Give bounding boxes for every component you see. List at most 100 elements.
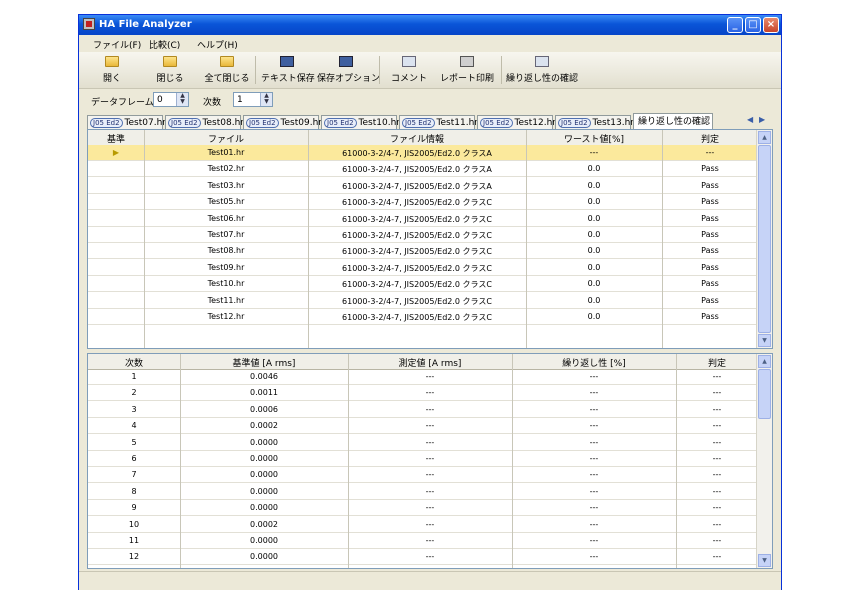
table-cell: Test03.hr: [207, 180, 245, 190]
table-cell: 61000-3-2/4-7, JIS2005/Ed2.0 クラスC: [342, 280, 492, 290]
table-row[interactable]: Test07.hr 61000-3-2/4-7, JIS2005/Ed2.0 クラ…: [88, 227, 756, 243]
folder-icon: [163, 56, 177, 67]
table-row[interactable]: Test12.hr 61000-3-2/4-7, JIS2005/Ed2.0 クラ…: [88, 309, 756, 325]
close-button[interactable]: ×: [763, 17, 779, 33]
menu-compare[interactable]: 比較(C): [149, 38, 180, 51]
header-file-info[interactable]: ファイル情報: [308, 132, 526, 145]
table-cell: 0.0011: [250, 388, 278, 398]
spin-updown-icon[interactable]: ▲ ▼: [176, 93, 188, 106]
table-row[interactable]: Test11.hr 61000-3-2/4-7, JIS2005/Ed2.0 クラ…: [88, 293, 756, 309]
menu-file[interactable]: ファイル(F): [93, 38, 141, 51]
table-cell: Pass: [701, 262, 719, 272]
table-row[interactable]: Test03.hr 61000-3-2/4-7, JIS2005/Ed2.0 クラ…: [88, 178, 756, 194]
tab-test11[interactable]: J05 Ed2 Test11.hr: [399, 115, 478, 129]
tab-scroll-left-icon[interactable]: ◀: [747, 115, 753, 124]
maximize-button[interactable]: □: [745, 17, 761, 33]
dataframe-spinner[interactable]: 0 ▲ ▼: [153, 92, 189, 107]
menu-help[interactable]: ヘルプ(H): [197, 38, 238, 51]
table-row[interactable]: 8 0.0000 --- --- ---: [88, 484, 756, 500]
close-file-button[interactable]: 閉じる: [153, 54, 187, 86]
header-order[interactable]: 次数: [88, 356, 180, 369]
scroll-thumb[interactable]: [758, 145, 771, 333]
table-cell: 0.0: [587, 213, 601, 223]
tab-test08[interactable]: J05 Ed2 Test08.hr: [165, 115, 244, 129]
table-cell: ---: [589, 486, 599, 496]
tab-test10[interactable]: J05 Ed2 Test10.hr: [321, 115, 400, 129]
window-title: HA File Analyzer: [99, 19, 192, 30]
table-cell: Pass: [701, 279, 719, 289]
table-cell: ---: [589, 148, 599, 157]
header-worst-value[interactable]: ワースト値[%]: [526, 132, 662, 145]
table-cell: 0.0000: [250, 437, 278, 447]
folder-open-icon: [105, 56, 119, 67]
print-report-button[interactable]: レポート印刷: [439, 54, 495, 86]
file-table-header: 基準 ファイル ファイル情報 ワースト値[%] 判定: [88, 130, 758, 146]
header-repeatability[interactable]: 繰り返し性 [%]: [512, 356, 676, 369]
tab-repeatability[interactable]: 繰り返し性の確認: [633, 113, 713, 129]
column-divider: [308, 130, 309, 348]
table-cell: 0.0000: [250, 470, 278, 480]
table-cell: 0.0046: [250, 372, 278, 381]
table-row[interactable]: Test10.hr 61000-3-2/4-7, JIS2005/Ed2.0 クラ…: [88, 276, 756, 293]
table-row[interactable]: Test09.hr 61000-3-2/4-7, JIS2005/Ed2.0 クラ…: [88, 260, 756, 276]
table-row[interactable]: ▶ Test01.hr 61000-3-2/4-7, JIS2005/Ed2.0 ク…: [88, 145, 756, 161]
table-cell: 8: [131, 486, 137, 496]
header-judgement[interactable]: 判定: [662, 132, 758, 145]
scroll-down-icon[interactable]: ▼: [758, 554, 771, 567]
table-cell: ---: [425, 470, 435, 480]
table-cell: 61000-3-2/4-7, JIS2005/Ed2.0 クラスC: [342, 296, 492, 306]
table-row[interactable]: 6 0.0000 --- --- ---: [88, 451, 756, 467]
table-row[interactable]: 1 0.0046 --- --- ---: [88, 369, 756, 385]
tab-test07[interactable]: J05 Ed2 Test07.hr: [87, 115, 166, 129]
repeatability-check-button[interactable]: 繰り返し性の確認: [505, 54, 579, 86]
scroll-down-icon[interactable]: ▼: [758, 334, 771, 347]
table-row[interactable]: 12 0.0000 --- --- ---: [88, 549, 756, 566]
order-table: 次数 基準値 [A rms] 測定値 [A rms] 繰り返し性 [%] 判定 …: [87, 353, 773, 569]
table-cell: ---: [712, 503, 722, 513]
tab-test12[interactable]: J05 Ed2 Test12.hr: [477, 115, 556, 129]
header-reference[interactable]: 基準: [88, 132, 144, 145]
table-cell: ---: [425, 552, 435, 562]
column-divider: [526, 130, 527, 348]
scroll-up-icon[interactable]: ▲: [758, 355, 771, 368]
table-cell: ---: [425, 372, 435, 381]
comment-button[interactable]: コメント: [389, 54, 429, 86]
table-cell: Pass: [701, 213, 719, 223]
spin-updown-icon[interactable]: ▲ ▼: [260, 93, 272, 106]
table-row[interactable]: 3 0.0006 --- --- ---: [88, 402, 756, 418]
open-button[interactable]: 開く: [95, 54, 129, 86]
tab-scroll-right-icon[interactable]: ▶: [759, 115, 765, 124]
table-row[interactable]: 2 0.0011 --- --- ---: [88, 385, 756, 402]
table-row[interactable]: 4 0.0002 --- --- ---: [88, 418, 756, 435]
table-row[interactable]: 5 0.0000 --- --- ---: [88, 435, 756, 451]
table-row[interactable]: Test05.hr 61000-3-2/4-7, JIS2005/Ed2.0 クラ…: [88, 194, 756, 211]
tab-test13[interactable]: J05 Ed2 Test13.hr: [555, 115, 634, 129]
header-judgement[interactable]: 判定: [676, 356, 758, 369]
table-cell: ---: [425, 519, 435, 529]
table-cell: 10: [128, 519, 140, 529]
scroll-thumb[interactable]: [758, 369, 771, 419]
minimize-button[interactable]: _: [727, 17, 743, 33]
table-row[interactable]: 7 0.0000 --- --- ---: [88, 467, 756, 484]
dataframe-value: 0: [157, 95, 163, 105]
table-row[interactable]: Test08.hr 61000-3-2/4-7, JIS2005/Ed2.0 クラ…: [88, 243, 756, 260]
table-row[interactable]: 11 0.0000 --- --- ---: [88, 533, 756, 549]
save-options-button[interactable]: 保存オプション: [317, 54, 380, 86]
file-table-scrollbar[interactable]: ▲ ▼: [756, 130, 772, 348]
order-table-scrollbar[interactable]: ▲ ▼: [756, 354, 772, 568]
tab-test09[interactable]: J05 Ed2 Test09.hr: [243, 115, 322, 129]
table-row[interactable]: Test06.hr 61000-3-2/4-7, JIS2005/Ed2.0 クラ…: [88, 211, 756, 227]
header-measured-value[interactable]: 測定値 [A rms]: [348, 356, 512, 369]
header-file[interactable]: ファイル: [144, 132, 308, 145]
toolbar-separator: [255, 56, 256, 84]
close-all-button[interactable]: 全て閉じる: [203, 54, 251, 86]
title-bar[interactable]: HA File Analyzer _ □ ×: [79, 15, 781, 35]
table-row[interactable]: Test02.hr 61000-3-2/4-7, JIS2005/Ed2.0 クラ…: [88, 161, 756, 178]
header-reference-value[interactable]: 基準値 [A rms]: [180, 356, 348, 369]
table-row[interactable]: 10 0.0002 --- --- ---: [88, 517, 756, 533]
order-spinner[interactable]: 1 ▲ ▼: [233, 92, 273, 107]
table-cell: ---: [425, 486, 435, 496]
table-row[interactable]: 9 0.0000 --- --- ---: [88, 500, 756, 517]
scroll-up-icon[interactable]: ▲: [758, 131, 771, 144]
save-text-button[interactable]: テキスト保存: [261, 54, 315, 86]
